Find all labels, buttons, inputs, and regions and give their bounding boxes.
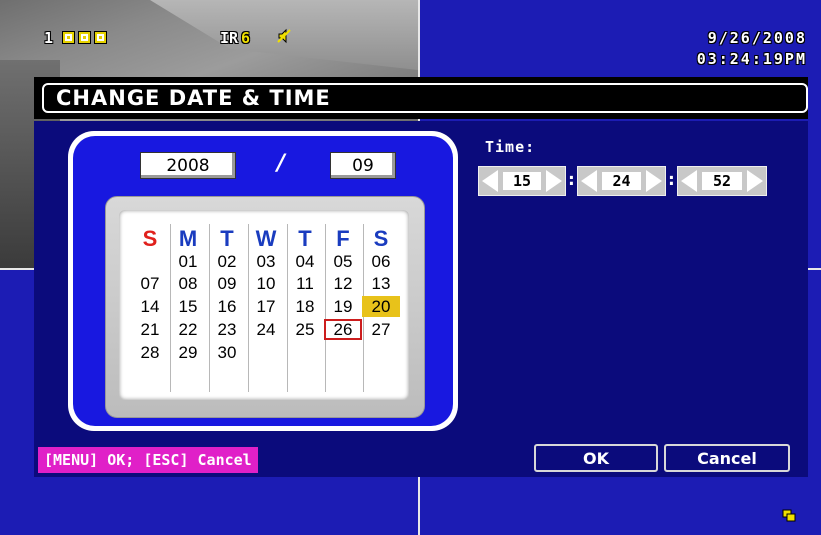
calendar-day[interactable]: 01 (169, 251, 207, 272)
calendar-day[interactable]: 04 (286, 251, 324, 272)
increment-arrow-icon[interactable] (646, 170, 662, 192)
second-spinner[interactable]: 52 (677, 166, 767, 196)
record-status-icon (62, 31, 75, 44)
weekday-label: S (373, 226, 389, 251)
osd-time: 03:24:19PM (696, 50, 807, 68)
sequence-icon (782, 508, 796, 522)
calendar-day[interactable]: 14 (131, 296, 169, 317)
calendar-day[interactable]: 22 (169, 319, 207, 340)
calendar-day[interactable]: 29 (169, 342, 207, 363)
date-separator: / (277, 151, 286, 176)
ok-button[interactable]: OK (534, 444, 658, 472)
record-status-icon (94, 31, 107, 44)
calendar-day[interactable]: 11 (286, 273, 324, 294)
calendar-day[interactable]: 06 (362, 251, 400, 272)
weekday-label: W (255, 226, 277, 251)
calendar-day[interactable]: 23 (208, 319, 246, 340)
dialog-title: CHANGE DATE & TIME (42, 83, 808, 113)
camera-number: 1 (44, 29, 54, 47)
calendar-day[interactable]: 17 (247, 296, 285, 317)
increment-arrow-icon[interactable] (747, 170, 763, 192)
cancel-button[interactable]: Cancel (664, 444, 790, 472)
minute-spinner[interactable]: 24 (577, 166, 666, 196)
dialog-title-bar: CHANGE DATE & TIME (34, 77, 808, 119)
weekday-label: M (178, 226, 198, 251)
second-value: 52 (702, 172, 742, 190)
calendar-day[interactable]: 27 (362, 319, 400, 340)
weekday-label: S (142, 226, 158, 251)
calendar-day[interactable]: 21 (131, 319, 169, 340)
calendar-day[interactable]: 09 (208, 273, 246, 294)
decrement-arrow-icon[interactable] (681, 170, 697, 192)
weekday-label: T (220, 226, 234, 251)
decrement-arrow-icon[interactable] (581, 170, 597, 192)
minute-value: 24 (602, 172, 641, 190)
time-label: Time: (485, 138, 536, 156)
calendar-day[interactable]: 08 (169, 273, 207, 294)
calendar-day[interactable]: 15 (169, 296, 207, 317)
ir-value: 6 (241, 29, 251, 47)
calendar-day[interactable]: 03 (247, 251, 285, 272)
year-field[interactable]: 2008 (140, 152, 236, 179)
osd-date: 9/26/2008 (707, 29, 807, 47)
calendar-day[interactable]: 07 (131, 273, 169, 294)
hour-value: 15 (503, 172, 541, 190)
calendar-day[interactable]: 25 (286, 319, 324, 340)
calendar-day[interactable]: 02 (208, 251, 246, 272)
calendar-day[interactable]: 16 (208, 296, 246, 317)
record-status-icon (78, 31, 91, 44)
calendar-day[interactable]: 10 (247, 273, 285, 294)
calendar-day[interactable]: 30 (208, 342, 246, 363)
audio-icon (276, 28, 292, 48)
time-separator: : (566, 169, 577, 190)
weekday-label: F (336, 226, 350, 251)
calendar-day[interactable]: 28 (131, 342, 169, 363)
weekday-label: T (298, 226, 312, 251)
decrement-arrow-icon[interactable] (482, 170, 498, 192)
calendar-day[interactable]: 26 (324, 319, 362, 340)
camera-status-icons (62, 31, 107, 44)
time-separator: : (666, 169, 677, 190)
key-hint: [MENU] OK; [ESC] Cancel (38, 447, 258, 473)
calendar-day[interactable]: 19 (324, 296, 362, 317)
calendar-day[interactable]: 20 (362, 296, 400, 317)
calendar-day[interactable]: 12 (324, 273, 362, 294)
increment-arrow-icon[interactable] (546, 170, 562, 192)
calendar-day[interactable]: 13 (362, 273, 400, 294)
calendar-day[interactable]: 05 (324, 251, 362, 272)
hour-spinner[interactable]: 15 (478, 166, 566, 196)
ir-label: IR (220, 29, 239, 47)
calendar-day[interactable]: 24 (247, 319, 285, 340)
month-field[interactable]: 09 (330, 152, 396, 179)
calendar-day[interactable]: 18 (286, 296, 324, 317)
